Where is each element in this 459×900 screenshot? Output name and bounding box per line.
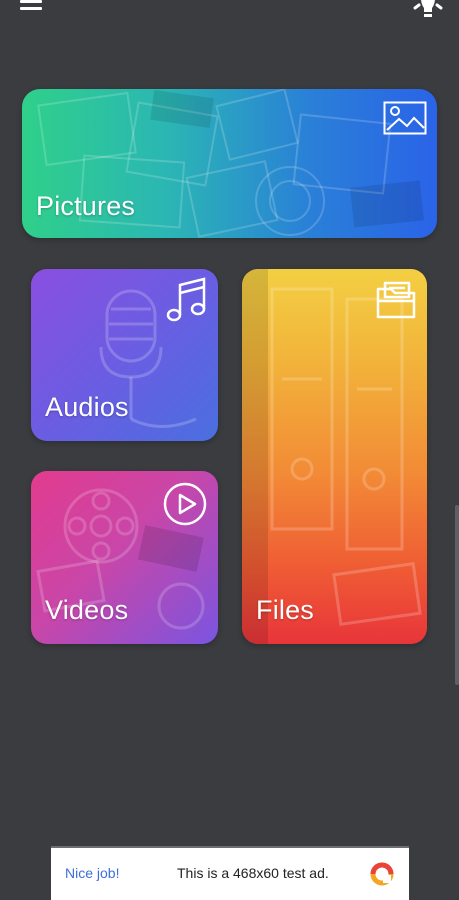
files-label: Files (256, 595, 315, 625)
folder-icon (376, 281, 416, 319)
hamburger-menu-icon[interactable] (16, 0, 48, 20)
audios-label: Audios (45, 392, 129, 422)
audios-tile[interactable]: Audios (31, 269, 218, 441)
menu-line (20, 0, 42, 3)
files-tile[interactable]: Files (242, 269, 427, 644)
ad-body-text: This is a 468x60 test ad. (177, 865, 329, 881)
image-icon (383, 101, 427, 135)
play-circle-icon (163, 482, 207, 526)
ad-lead-text: Nice job! (65, 865, 120, 881)
ad-banner[interactable]: Nice job! This is a 468x60 test ad. (51, 846, 409, 900)
lightbulb-icon[interactable] (407, 0, 449, 30)
music-note-icon (166, 277, 206, 322)
binders-decoration (242, 269, 422, 644)
pictures-tile[interactable]: Pictures (22, 89, 437, 238)
ad-logo-icon (370, 862, 394, 886)
top-bar (0, 0, 459, 40)
videos-tile[interactable]: Videos (31, 471, 218, 644)
videos-label: Videos (45, 595, 129, 625)
pictures-label: Pictures (36, 191, 136, 221)
menu-line (20, 7, 42, 10)
scroll-indicator (455, 505, 459, 685)
